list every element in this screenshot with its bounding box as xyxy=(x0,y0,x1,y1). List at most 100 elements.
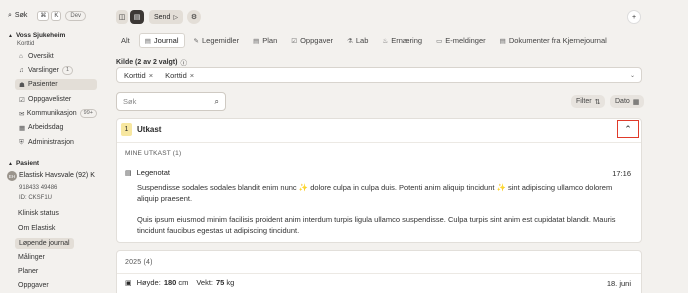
chip-label: Korttid xyxy=(165,70,187,80)
global-search-label: Søk xyxy=(14,12,28,19)
weight-unit: kg xyxy=(226,278,235,287)
draft-card: 1 Utkast ⌃ MINE UTKAST (1) ▤ Legenotat 1… xyxy=(116,118,642,243)
plan-icon: ▤ xyxy=(253,37,260,45)
view-toggle-left[interactable]: ◫ xyxy=(116,10,128,24)
draft-title: Utkast xyxy=(137,125,162,134)
patient-nav-oppgaver[interactable]: Oppgaver xyxy=(18,282,49,289)
global-search[interactable]: ⌕ Søk ⌘ K Dev xyxy=(8,9,100,22)
year-group-title[interactable]: 2025 (4) xyxy=(125,259,153,266)
send-label: Send xyxy=(154,13,171,21)
search-placeholder: Søk xyxy=(123,97,137,106)
chevron-up-icon: ⌃ xyxy=(624,123,632,134)
add-button[interactable]: + xyxy=(627,10,641,24)
tab-label: Dokumenter fra Kjernejournal xyxy=(508,36,607,45)
sidebar: ⌕ Søk ⌘ K Dev ▲ Voss Sjukeheim Korttid ⌂… xyxy=(0,0,104,293)
close-icon[interactable]: × xyxy=(149,71,153,80)
ruler-icon: ▣ xyxy=(125,279,132,287)
sidebar-item-label: Kommunikasjon xyxy=(26,110,77,117)
sidebar-item-label: Oppgavelister xyxy=(28,96,72,103)
tab-journal[interactable]: ▤ Journal xyxy=(138,33,185,48)
journal-search-input[interactable]: Søk ⌕ xyxy=(116,92,226,111)
tab-plan[interactable]: ▤ Plan xyxy=(248,33,282,48)
users-icon: ☗ xyxy=(19,81,25,89)
section-voss[interactable]: ▲ Voss Sjukeheim xyxy=(8,32,65,39)
patient-nav-lopende-journal[interactable]: Løpende journal xyxy=(15,238,74,249)
calendar-icon: ▦ xyxy=(19,124,26,132)
settings-button[interactable]: ⚙ xyxy=(187,10,201,24)
tab-legemidler[interactable]: ✎ Legemidler xyxy=(189,33,245,48)
tab-e-meldinger[interactable]: ▭ E-meldinger xyxy=(431,33,491,48)
document-icon: ▤ xyxy=(499,37,506,45)
bell-icon: ♫ xyxy=(19,67,24,74)
sidebar-item-oversikt[interactable]: ⌂ Oversikt xyxy=(15,51,97,62)
send-button[interactable]: Send ▷ xyxy=(149,10,183,24)
height-value: 180 xyxy=(163,278,177,287)
tab-label: Alt xyxy=(121,36,130,45)
sidebar-item-oppgavelister[interactable]: ☑ Oppgavelister xyxy=(15,94,97,105)
note-header[interactable]: ▤ Legenotat xyxy=(125,168,170,177)
date-label: Dato xyxy=(615,98,630,105)
source-select[interactable]: Korttid × Korttid × ⌄ xyxy=(116,67,642,83)
draft-group-title: MINE UTKAST (1) xyxy=(125,150,182,157)
tab-oppgaver[interactable]: ☑ Oppgaver xyxy=(286,33,338,48)
source-chip[interactable]: Korttid × xyxy=(162,71,197,80)
tab-lab[interactable]: ⚗ Lab xyxy=(342,33,373,48)
document-icon: ▤ xyxy=(144,37,151,45)
draft-count: 1 xyxy=(121,123,132,136)
patient-nav-om[interactable]: Om Elastisk xyxy=(18,225,55,232)
sidebar-item-varslinger[interactable]: ♫ Varslinger 1 xyxy=(15,65,97,76)
chat-icon: ✉ xyxy=(19,110,25,118)
avatar: EH xyxy=(7,171,17,181)
section-subtitle: Korttid xyxy=(17,41,35,47)
measurement-entry[interactable]: ▣ Høyde: 180 cm Vekt: 75 kg xyxy=(125,278,234,287)
year-group-card: 2025 (4) ▣ Høyde: 180 cm Vekt: 75 kg 18.… xyxy=(116,250,642,293)
list-icon: ☑ xyxy=(19,96,25,104)
view-toggle-right[interactable]: ▤ xyxy=(130,10,144,24)
patient-extra-id: ID: CKSF1U xyxy=(19,195,53,201)
sidebar-item-arbeidsdag[interactable]: ▦ Arbeidsdag xyxy=(15,122,97,133)
entry-date: 18. juni xyxy=(606,279,631,288)
tab-label: Journal xyxy=(153,36,179,45)
source-chip[interactable]: Korttid × xyxy=(121,71,156,80)
section-pasient[interactable]: ▲ Pasient xyxy=(8,160,39,167)
sidebar-item-administrasjon[interactable]: ⛨ Administrasjon xyxy=(15,137,97,148)
tab-label: Oppgaver xyxy=(300,36,334,45)
filter-button[interactable]: Filter ⇅ xyxy=(571,95,606,108)
sidebar-item-pasienter[interactable]: ☗ Pasienter xyxy=(15,79,97,90)
collapse-button[interactable]: ⌃ xyxy=(617,120,639,138)
chip-label: Korttid xyxy=(124,70,146,80)
sidebar-item-label: Oversikt xyxy=(28,53,54,60)
note-paragraph-1: Suspendisse sodales sodales blandit enim… xyxy=(137,183,613,203)
chevron-down-icon[interactable]: ⌄ xyxy=(630,72,635,79)
chevron-up-icon: ▲ xyxy=(8,160,13,167)
search-icon: ⌕ xyxy=(214,96,219,106)
home-icon: ⌂ xyxy=(19,53,23,60)
draft-header[interactable]: 1 Utkast xyxy=(121,123,161,136)
note-icon: ▤ xyxy=(125,169,132,177)
patient-nav-planer[interactable]: Planer xyxy=(18,268,38,275)
tab-ernaering[interactable]: ♨ Ernæring xyxy=(377,33,427,48)
kbd-k: K xyxy=(51,10,62,21)
close-icon[interactable]: × xyxy=(190,71,194,80)
divider xyxy=(117,273,641,274)
plus-icon: + xyxy=(631,13,637,21)
date-button[interactable]: Dato ▦ xyxy=(610,95,645,108)
note-title: Legenotat xyxy=(136,168,170,177)
patient-name[interactable]: Elastisk Havsvale (92) K xyxy=(19,172,95,179)
height-label: Høyde: xyxy=(136,278,161,287)
checklist-icon: ☑ xyxy=(291,37,298,45)
section-title: Pasient xyxy=(15,160,40,167)
tab-kjernejournal[interactable]: ▤ Dokumenter fra Kjernejournal xyxy=(495,33,612,48)
patient-id: 918433 49486 xyxy=(19,185,58,191)
patient-nav-klinisk-status[interactable]: Klinisk status xyxy=(18,210,59,217)
sidebar-item-label: Varslinger xyxy=(28,67,59,74)
patient-nav-malinger[interactable]: Målinger xyxy=(18,254,45,261)
sidebar-item-kommunikasjon[interactable]: ✉ Kommunikasjon 99+ xyxy=(15,108,97,119)
source-label-text: Kilde (2 av 2 valgt) xyxy=(116,58,178,66)
tab-label: Lab xyxy=(355,36,369,45)
tab-label: E-meldinger xyxy=(445,36,486,45)
note-time: 17:16 xyxy=(612,169,631,178)
tab-alt[interactable]: Alt xyxy=(116,33,135,48)
note-paragraph-2: Quis ipsum eiusmod minim facilisis proid… xyxy=(137,215,616,235)
tab-label: Ernæring xyxy=(391,36,423,45)
